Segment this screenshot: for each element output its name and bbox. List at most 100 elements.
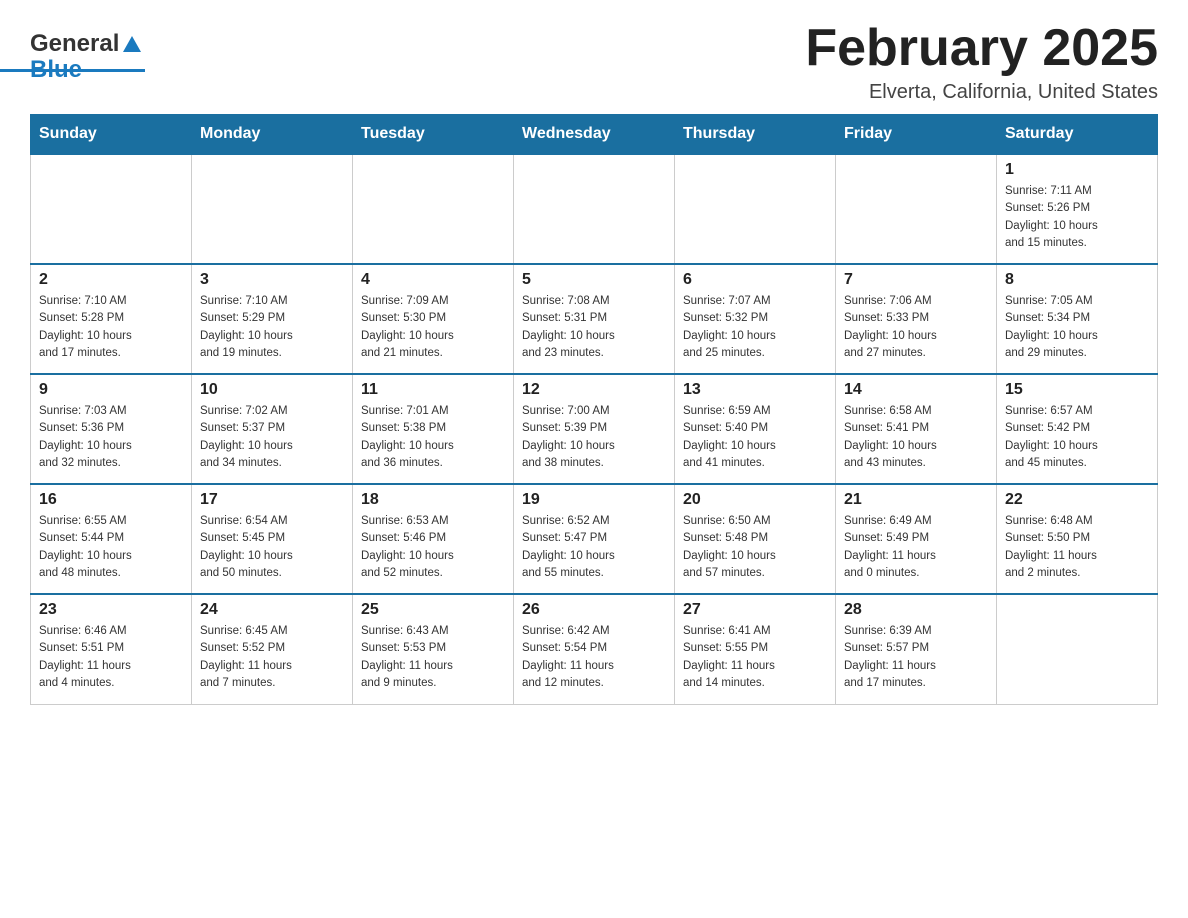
day-number: 19 bbox=[522, 491, 666, 509]
day-number: 23 bbox=[39, 601, 183, 619]
table-row: 19 Sunrise: 6:52 AM Sunset: 5:47 PM Dayli… bbox=[514, 484, 675, 594]
col-monday: Monday bbox=[192, 115, 353, 155]
day-number: 3 bbox=[200, 271, 344, 289]
day-number: 26 bbox=[522, 601, 666, 619]
day-info: Sunrise: 7:09 AM Sunset: 5:30 PM Dayligh… bbox=[361, 293, 505, 362]
logo-general-text: General bbox=[30, 30, 119, 58]
title-area: February 2025 Elverta, California, Unite… bbox=[805, 20, 1158, 104]
table-row: 26 Sunrise: 6:42 AM Sunset: 5:54 PM Dayli… bbox=[514, 594, 675, 704]
col-saturday: Saturday bbox=[997, 115, 1158, 155]
day-info: Sunrise: 7:10 AM Sunset: 5:28 PM Dayligh… bbox=[39, 293, 183, 362]
logo: General Blue bbox=[30, 30, 141, 84]
table-row: 11 Sunrise: 7:01 AM Sunset: 5:38 PM Dayli… bbox=[353, 374, 514, 484]
calendar-week-row: 23 Sunrise: 6:46 AM Sunset: 5:51 PM Dayli… bbox=[31, 594, 1158, 704]
table-row: 7 Sunrise: 7:06 AM Sunset: 5:33 PM Daylig… bbox=[836, 264, 997, 374]
table-row: 3 Sunrise: 7:10 AM Sunset: 5:29 PM Daylig… bbox=[192, 264, 353, 374]
calendar-week-row: 9 Sunrise: 7:03 AM Sunset: 5:36 PM Daylig… bbox=[31, 374, 1158, 484]
calendar-table: Sunday Monday Tuesday Wednesday Thursday… bbox=[30, 114, 1158, 705]
day-info: Sunrise: 7:01 AM Sunset: 5:38 PM Dayligh… bbox=[361, 403, 505, 472]
day-info: Sunrise: 6:59 AM Sunset: 5:40 PM Dayligh… bbox=[683, 403, 827, 472]
day-info: Sunrise: 6:48 AM Sunset: 5:50 PM Dayligh… bbox=[1005, 513, 1149, 582]
day-number: 22 bbox=[1005, 491, 1149, 509]
table-row bbox=[31, 154, 192, 264]
table-row bbox=[514, 154, 675, 264]
day-number: 25 bbox=[361, 601, 505, 619]
col-sunday: Sunday bbox=[31, 115, 192, 155]
table-row: 28 Sunrise: 6:39 AM Sunset: 5:57 PM Dayli… bbox=[836, 594, 997, 704]
day-number: 5 bbox=[522, 271, 666, 289]
day-info: Sunrise: 7:10 AM Sunset: 5:29 PM Dayligh… bbox=[200, 293, 344, 362]
day-number: 10 bbox=[200, 381, 344, 399]
day-number: 12 bbox=[522, 381, 666, 399]
month-title: February 2025 bbox=[805, 20, 1158, 77]
day-info: Sunrise: 6:41 AM Sunset: 5:55 PM Dayligh… bbox=[683, 623, 827, 692]
location-subtitle: Elverta, California, United States bbox=[805, 81, 1158, 104]
day-info: Sunrise: 6:42 AM Sunset: 5:54 PM Dayligh… bbox=[522, 623, 666, 692]
day-info: Sunrise: 6:54 AM Sunset: 5:45 PM Dayligh… bbox=[200, 513, 344, 582]
day-info: Sunrise: 7:00 AM Sunset: 5:39 PM Dayligh… bbox=[522, 403, 666, 472]
day-number: 18 bbox=[361, 491, 505, 509]
table-row bbox=[192, 154, 353, 264]
table-row: 6 Sunrise: 7:07 AM Sunset: 5:32 PM Daylig… bbox=[675, 264, 836, 374]
day-info: Sunrise: 6:55 AM Sunset: 5:44 PM Dayligh… bbox=[39, 513, 183, 582]
table-row: 1 Sunrise: 7:11 AM Sunset: 5:26 PM Daylig… bbox=[997, 154, 1158, 264]
day-info: Sunrise: 6:46 AM Sunset: 5:51 PM Dayligh… bbox=[39, 623, 183, 692]
table-row: 17Sunrise: 6:54 AM Sunset: 5:45 PM Dayli… bbox=[192, 484, 353, 594]
table-row: 9 Sunrise: 7:03 AM Sunset: 5:36 PM Daylig… bbox=[31, 374, 192, 484]
day-info: Sunrise: 6:57 AM Sunset: 5:42 PM Dayligh… bbox=[1005, 403, 1149, 472]
day-info: Sunrise: 7:08 AM Sunset: 5:31 PM Dayligh… bbox=[522, 293, 666, 362]
day-info: Sunrise: 6:39 AM Sunset: 5:57 PM Dayligh… bbox=[844, 623, 988, 692]
day-info: Sunrise: 6:50 AM Sunset: 5:48 PM Dayligh… bbox=[683, 513, 827, 582]
col-wednesday: Wednesday bbox=[514, 115, 675, 155]
day-number: 8 bbox=[1005, 271, 1149, 289]
table-row: 21 Sunrise: 6:49 AM Sunset: 5:49 PM Dayli… bbox=[836, 484, 997, 594]
day-info: Sunrise: 7:11 AM Sunset: 5:26 PM Dayligh… bbox=[1005, 183, 1149, 252]
table-row: 14 Sunrise: 6:58 AM Sunset: 5:41 PM Dayli… bbox=[836, 374, 997, 484]
table-row: 8 Sunrise: 7:05 AM Sunset: 5:34 PM Daylig… bbox=[997, 264, 1158, 374]
day-number: 9 bbox=[39, 381, 183, 399]
table-row: 22 Sunrise: 6:48 AM Sunset: 5:50 PM Dayli… bbox=[997, 484, 1158, 594]
table-row: 27Sunrise: 6:41 AM Sunset: 5:55 PM Dayli… bbox=[675, 594, 836, 704]
day-number: 14 bbox=[844, 381, 988, 399]
page-header: General Blue February 2025 Elverta, Cali… bbox=[30, 20, 1158, 104]
table-row: 18Sunrise: 6:53 AM Sunset: 5:46 PM Dayli… bbox=[353, 484, 514, 594]
day-number: 15 bbox=[1005, 381, 1149, 399]
day-number: 16 bbox=[39, 491, 183, 509]
day-info: Sunrise: 6:43 AM Sunset: 5:53 PM Dayligh… bbox=[361, 623, 505, 692]
day-number: 21 bbox=[844, 491, 988, 509]
table-row: 23 Sunrise: 6:46 AM Sunset: 5:51 PM Dayli… bbox=[31, 594, 192, 704]
table-row: 10 Sunrise: 7:02 AM Sunset: 5:37 PM Dayli… bbox=[192, 374, 353, 484]
day-info: Sunrise: 6:45 AM Sunset: 5:52 PM Dayligh… bbox=[200, 623, 344, 692]
day-number: 6 bbox=[683, 271, 827, 289]
day-number: 11 bbox=[361, 381, 505, 399]
day-number: 2 bbox=[39, 271, 183, 289]
calendar-week-row: 2 Sunrise: 7:10 AM Sunset: 5:28 PM Daylig… bbox=[31, 264, 1158, 374]
day-info: Sunrise: 7:02 AM Sunset: 5:37 PM Dayligh… bbox=[200, 403, 344, 472]
calendar-header-row: Sunday Monday Tuesday Wednesday Thursday… bbox=[31, 115, 1158, 155]
day-number: 7 bbox=[844, 271, 988, 289]
col-tuesday: Tuesday bbox=[353, 115, 514, 155]
day-number: 4 bbox=[361, 271, 505, 289]
day-info: Sunrise: 7:06 AM Sunset: 5:33 PM Dayligh… bbox=[844, 293, 988, 362]
table-row: 13Sunrise: 6:59 AM Sunset: 5:40 PM Dayli… bbox=[675, 374, 836, 484]
table-row: 25 Sunrise: 6:43 AM Sunset: 5:53 PM Dayli… bbox=[353, 594, 514, 704]
col-friday: Friday bbox=[836, 115, 997, 155]
day-info: Sunrise: 7:07 AM Sunset: 5:32 PM Dayligh… bbox=[683, 293, 827, 362]
day-info: Sunrise: 6:49 AM Sunset: 5:49 PM Dayligh… bbox=[844, 513, 988, 582]
table-row: 16 Sunrise: 6:55 AM Sunset: 5:44 PM Dayli… bbox=[31, 484, 192, 594]
table-row: 4 Sunrise: 7:09 AM Sunset: 5:30 PM Daylig… bbox=[353, 264, 514, 374]
day-info: Sunrise: 6:58 AM Sunset: 5:41 PM Dayligh… bbox=[844, 403, 988, 472]
table-row bbox=[675, 154, 836, 264]
table-row bbox=[836, 154, 997, 264]
calendar-week-row: 1 Sunrise: 7:11 AM Sunset: 5:26 PM Daylig… bbox=[31, 154, 1158, 264]
day-info: Sunrise: 6:52 AM Sunset: 5:47 PM Dayligh… bbox=[522, 513, 666, 582]
table-row: 5 Sunrise: 7:08 AM Sunset: 5:31 PM Daylig… bbox=[514, 264, 675, 374]
day-number: 1 bbox=[1005, 161, 1149, 179]
day-info: Sunrise: 7:05 AM Sunset: 5:34 PM Dayligh… bbox=[1005, 293, 1149, 362]
logo-icon bbox=[123, 36, 141, 52]
day-number: 28 bbox=[844, 601, 988, 619]
day-number: 20 bbox=[683, 491, 827, 509]
day-info: Sunrise: 7:03 AM Sunset: 5:36 PM Dayligh… bbox=[39, 403, 183, 472]
table-row: 2 Sunrise: 7:10 AM Sunset: 5:28 PM Daylig… bbox=[31, 264, 192, 374]
table-row: 20 Sunrise: 6:50 AM Sunset: 5:48 PM Dayli… bbox=[675, 484, 836, 594]
